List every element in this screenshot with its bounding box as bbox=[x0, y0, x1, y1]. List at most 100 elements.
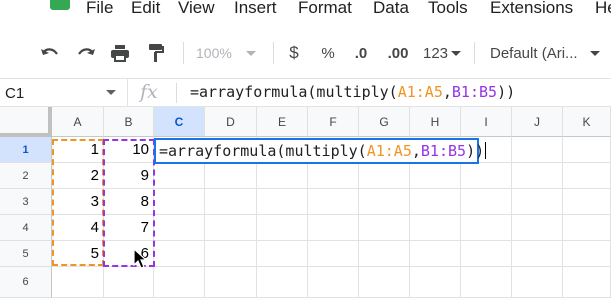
paint-format-button[interactable] bbox=[142, 40, 170, 66]
cell-j2[interactable] bbox=[512, 163, 563, 189]
name-box[interactable]: C1 bbox=[0, 79, 128, 106]
column-header-e[interactable]: E bbox=[257, 107, 308, 137]
menu-tools[interactable]: Tools bbox=[428, 0, 468, 18]
menu-data[interactable]: Data bbox=[373, 0, 409, 18]
percent-format-button[interactable]: % bbox=[317, 40, 339, 66]
cell-k2[interactable] bbox=[563, 163, 611, 189]
chevron-down-icon[interactable] bbox=[106, 90, 116, 95]
sheets-logo-icon[interactable] bbox=[50, 0, 70, 10]
undo-button[interactable] bbox=[36, 40, 64, 66]
menu-help[interactable]: He bbox=[595, 0, 611, 18]
cell-j1[interactable] bbox=[512, 137, 563, 163]
cell-k5[interactable] bbox=[563, 241, 611, 267]
cell-a1[interactable]: 1 bbox=[52, 137, 104, 163]
cell-c6[interactable] bbox=[154, 267, 205, 298]
cell-c4[interactable] bbox=[154, 215, 205, 241]
more-formats-button[interactable]: 123 bbox=[420, 40, 464, 66]
increase-decimal-button[interactable]: .00 bbox=[384, 40, 412, 66]
cell-b2[interactable]: 9 bbox=[104, 163, 154, 189]
cell-f3[interactable] bbox=[308, 189, 359, 215]
menu-extensions[interactable]: Extensions bbox=[490, 0, 573, 18]
cell-j3[interactable] bbox=[512, 189, 563, 215]
cell-g2[interactable] bbox=[359, 163, 410, 189]
cell-d5[interactable] bbox=[205, 241, 257, 267]
menu-file[interactable]: File bbox=[86, 0, 113, 18]
cell-e5[interactable] bbox=[257, 241, 308, 267]
cell-f5[interactable] bbox=[308, 241, 359, 267]
column-header-d[interactable]: D bbox=[205, 107, 257, 137]
cell-g3[interactable] bbox=[359, 189, 410, 215]
cell-k1[interactable] bbox=[563, 137, 611, 163]
cell-a6[interactable] bbox=[52, 267, 104, 298]
cell-f4[interactable] bbox=[308, 215, 359, 241]
cell-editor[interactable]: =arrayformula(multiply(A1:A5,B1:B5)) bbox=[154, 138, 487, 164]
cell-f2[interactable] bbox=[308, 163, 359, 189]
cell-d2[interactable] bbox=[205, 163, 257, 189]
row-header-3[interactable]: 3 bbox=[0, 189, 52, 215]
formula-input[interactable]: =arrayformula(multiply(A1:A5,B1:B5)) bbox=[190, 83, 515, 101]
font-select[interactable]: Default (Ari... bbox=[490, 40, 600, 66]
cell-i3[interactable] bbox=[461, 189, 512, 215]
menu-insert[interactable]: Insert bbox=[234, 0, 277, 18]
cell-d6[interactable] bbox=[205, 267, 257, 298]
cell-f6[interactable] bbox=[308, 267, 359, 298]
cell-j6[interactable] bbox=[512, 267, 563, 298]
cell-j4[interactable] bbox=[512, 215, 563, 241]
cell-e2[interactable] bbox=[257, 163, 308, 189]
cell-b4[interactable]: 7 bbox=[104, 215, 154, 241]
cell-e6[interactable] bbox=[257, 267, 308, 298]
column-header-f[interactable]: F bbox=[308, 107, 359, 137]
row-header-1[interactable]: 1 bbox=[0, 137, 52, 163]
cell-i4[interactable] bbox=[461, 215, 512, 241]
row-header-4[interactable]: 4 bbox=[0, 215, 52, 241]
column-header-j[interactable]: J bbox=[512, 107, 563, 137]
cell-i6[interactable] bbox=[461, 267, 512, 298]
cell-k6[interactable] bbox=[563, 267, 611, 298]
menu-edit[interactable]: Edit bbox=[131, 0, 160, 18]
cell-c2[interactable] bbox=[154, 163, 205, 189]
cell-b6[interactable] bbox=[104, 267, 154, 298]
cell-j5[interactable] bbox=[512, 241, 563, 267]
column-header-c[interactable]: C bbox=[154, 107, 205, 137]
column-header-a[interactable]: A bbox=[52, 107, 104, 137]
cell-g5[interactable] bbox=[359, 241, 410, 267]
zoom-select[interactable]: 100% bbox=[196, 40, 266, 66]
column-header-i[interactable]: I bbox=[461, 107, 512, 137]
cell-e4[interactable] bbox=[257, 215, 308, 241]
cell-d3[interactable] bbox=[205, 189, 257, 215]
print-button[interactable] bbox=[106, 40, 134, 66]
cell-k4[interactable] bbox=[563, 215, 611, 241]
cell-h5[interactable] bbox=[410, 241, 461, 267]
cell-c3[interactable] bbox=[154, 189, 205, 215]
cell-e3[interactable] bbox=[257, 189, 308, 215]
column-header-k[interactable]: K bbox=[563, 107, 611, 137]
cell-i5[interactable] bbox=[461, 241, 512, 267]
cell-g6[interactable] bbox=[359, 267, 410, 298]
row-header-2[interactable]: 2 bbox=[0, 163, 52, 189]
menu-view[interactable]: View bbox=[178, 0, 215, 18]
cell-h3[interactable] bbox=[410, 189, 461, 215]
cell-a4[interactable]: 4 bbox=[52, 215, 104, 241]
cell-b1[interactable]: 10 bbox=[104, 137, 154, 163]
cell-b3[interactable]: 8 bbox=[104, 189, 154, 215]
row-header-5[interactable]: 5 bbox=[0, 241, 52, 267]
cell-h2[interactable] bbox=[410, 163, 461, 189]
currency-format-button[interactable]: $ bbox=[283, 40, 305, 66]
sheet-grid[interactable]: A B C D E F G H I J K 1 2 3 4 5 6 1 10 2 9 3… bbox=[0, 107, 611, 298]
row-header-6[interactable]: 6 bbox=[0, 267, 52, 298]
cell-g4[interactable] bbox=[359, 215, 410, 241]
column-header-h[interactable]: H bbox=[410, 107, 461, 137]
cell-a3[interactable]: 3 bbox=[52, 189, 104, 215]
cell-h4[interactable] bbox=[410, 215, 461, 241]
decrease-decimal-button[interactable]: .0 bbox=[348, 40, 374, 66]
cell-c5[interactable] bbox=[154, 241, 205, 267]
redo-button[interactable] bbox=[72, 40, 100, 66]
cell-a2[interactable]: 2 bbox=[52, 163, 104, 189]
cell-d4[interactable] bbox=[205, 215, 257, 241]
column-header-b[interactable]: B bbox=[104, 107, 154, 137]
select-all-corner[interactable] bbox=[0, 107, 52, 137]
cell-a5[interactable]: 5 bbox=[52, 241, 104, 267]
cell-k3[interactable] bbox=[563, 189, 611, 215]
column-header-g[interactable]: G bbox=[359, 107, 410, 137]
cell-i2[interactable] bbox=[461, 163, 512, 189]
